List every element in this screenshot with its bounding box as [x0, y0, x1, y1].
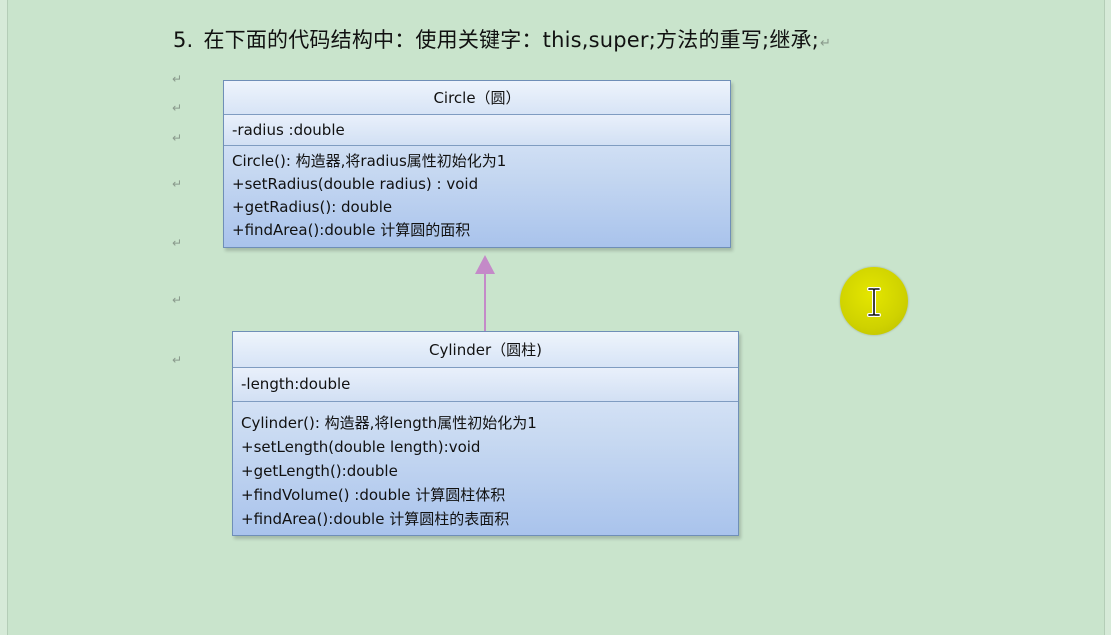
method-set-length: +setLength(double length):void: [241, 438, 481, 456]
class-name: Cylinder（圆柱): [233, 332, 738, 368]
paragraph-mark-icon: ↵: [820, 36, 832, 51]
method-find-volume: +findVolume() :double 计算圆柱体积: [241, 486, 506, 504]
page-margin-right: [1104, 0, 1111, 635]
attribute-length: -length:double: [241, 375, 351, 393]
question-heading: 5. 在下面的代码结构中：使用关键字：this,super;方法的重写;继承;↵: [173, 24, 831, 54]
paragraph-mark-icon: ↵: [172, 177, 183, 191]
class-name: Circle（圆）: [224, 81, 730, 115]
ibeam-cursor-icon: [867, 287, 881, 317]
attribute-radius: -radius :double: [232, 121, 345, 139]
paragraph-mark-icon: ↵: [172, 101, 183, 115]
method-get-radius: +getRadius(): double: [232, 198, 393, 216]
class-attributes: -length:double: [233, 368, 738, 402]
method-set-radius: +setRadius(double radius) : void: [232, 175, 479, 193]
method-constructor: Cylinder(): 构造器,将length属性初始化为1: [241, 414, 537, 432]
class-methods: Cylinder(): 构造器,将length属性初始化为1 +setLengt…: [233, 402, 738, 531]
class-methods: Circle(): 构造器,将radius属性初始化为1 +setRadius(…: [224, 146, 730, 242]
class-attributes: -radius :double: [224, 115, 730, 146]
method-find-area: +findArea():double 计算圆的面积: [232, 221, 471, 239]
paragraph-mark-icon: ↵: [172, 72, 183, 86]
paragraph-mark-icon: ↵: [172, 293, 183, 307]
question-text: 在下面的代码结构中：使用关键字：this,super;方法的重写;继承;: [203, 28, 819, 52]
method-get-length: +getLength():double: [241, 462, 398, 480]
arrow-head: [475, 255, 495, 274]
paragraph-mark-icon: ↵: [172, 236, 183, 250]
uml-class-circle[interactable]: Circle（圆） -radius :double Circle(): 构造器,…: [223, 80, 731, 248]
method-constructor: Circle(): 构造器,将radius属性初始化为1: [232, 152, 507, 170]
method-find-area: +findArea():double 计算圆柱的表面积: [241, 510, 510, 528]
page-margin-left: [0, 0, 8, 635]
paragraph-mark-icon: ↵: [172, 131, 183, 145]
paragraph-mark-icon: ↵: [172, 353, 183, 367]
question-number: 5.: [173, 28, 194, 52]
uml-class-cylinder[interactable]: Cylinder（圆柱) -length:double Cylinder(): …: [232, 331, 739, 536]
inheritance-arrow: [475, 255, 495, 332]
